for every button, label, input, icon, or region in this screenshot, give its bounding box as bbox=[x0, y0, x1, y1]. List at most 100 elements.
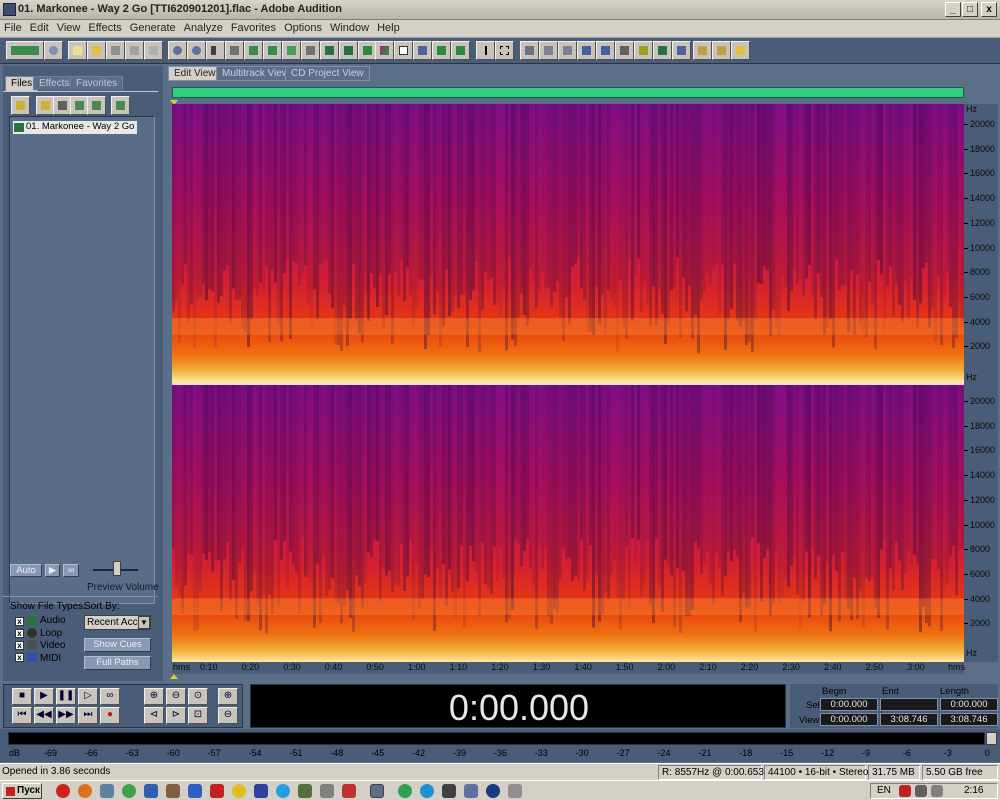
zoom-left-icon[interactable]: ⊲ bbox=[144, 707, 164, 724]
pause-button[interactable]: ❚❚ bbox=[56, 688, 76, 705]
cd-icon[interactable] bbox=[44, 41, 63, 60]
tab-multitrack-view[interactable]: Multitrack View bbox=[216, 66, 296, 81]
menu-favorites[interactable]: Favorites bbox=[227, 20, 280, 34]
app-icon-yellow[interactable] bbox=[232, 784, 246, 798]
app-icon-blue[interactable] bbox=[254, 784, 268, 798]
volume-icon[interactable] bbox=[931, 785, 943, 797]
app-icon-window[interactable] bbox=[508, 784, 522, 798]
zoom-in-horizontal-icon[interactable]: ⊕ bbox=[144, 688, 164, 705]
paste-new-icon[interactable] bbox=[263, 41, 282, 60]
sel-end-field[interactable] bbox=[880, 698, 938, 711]
spectral-view-icon[interactable] bbox=[375, 41, 394, 60]
checkbox-loop[interactable]: x bbox=[15, 629, 24, 638]
preview-volume-thumb[interactable] bbox=[113, 561, 121, 576]
app-icon-disk[interactable] bbox=[464, 784, 478, 798]
fast-forward-button[interactable]: ▶▶ bbox=[56, 707, 76, 724]
sel-begin-field[interactable]: 0:00.000 bbox=[820, 698, 878, 711]
tab-edit-view[interactable]: Edit View bbox=[168, 66, 222, 81]
menu-help[interactable]: Help bbox=[373, 20, 404, 34]
save-as-icon[interactable] bbox=[125, 41, 144, 60]
view-begin-field[interactable]: 0:00.000 bbox=[820, 713, 878, 726]
delete-icon[interactable] bbox=[301, 41, 320, 60]
app-icon-gray[interactable] bbox=[320, 784, 334, 798]
minimize-button[interactable]: _ bbox=[945, 2, 961, 17]
tools-icon[interactable] bbox=[693, 41, 712, 60]
close-button[interactable]: x bbox=[981, 2, 997, 17]
stop-button[interactable]: ■ bbox=[12, 688, 32, 705]
close-file-icon[interactable] bbox=[144, 41, 163, 60]
menu-effects[interactable]: Effects bbox=[84, 20, 125, 34]
chrome-icon[interactable] bbox=[122, 784, 136, 798]
pitch-icon[interactable] bbox=[451, 41, 470, 60]
spectrogram[interactable] bbox=[172, 104, 964, 662]
tab-favorites[interactable]: Favorites bbox=[70, 76, 124, 90]
opera-icon[interactable] bbox=[56, 784, 70, 798]
autoplay-icon[interactable] bbox=[111, 96, 130, 115]
marquee-icon[interactable] bbox=[495, 41, 514, 60]
app-icon-globe[interactable] bbox=[486, 784, 500, 798]
full-paths-button[interactable]: Full Paths bbox=[84, 656, 151, 670]
checkbox-midi[interactable]: x bbox=[15, 653, 24, 662]
audition-task-icon[interactable] bbox=[370, 784, 384, 798]
menu-edit[interactable]: Edit bbox=[26, 20, 53, 34]
zoom-selection-icon[interactable]: ⊡ bbox=[188, 707, 208, 724]
panel-bits-icon[interactable] bbox=[615, 41, 634, 60]
new-file-icon[interactable] bbox=[68, 41, 87, 60]
chevron-down-icon[interactable]: ▼ bbox=[138, 616, 150, 629]
file-item[interactable]: 01. Markonee - Way 2 Go ... bbox=[13, 121, 137, 134]
sel-length-field[interactable]: 0:00.000 bbox=[940, 698, 998, 711]
loop-play-button[interactable]: ∞ bbox=[100, 688, 120, 705]
show-cues-button[interactable]: Show Cues bbox=[84, 638, 151, 652]
spotify-icon[interactable] bbox=[398, 784, 412, 798]
cut-icon[interactable] bbox=[206, 41, 225, 60]
menu-window[interactable]: Window bbox=[326, 20, 373, 34]
tray-icon-1[interactable] bbox=[899, 785, 911, 797]
tray-icon-2[interactable] bbox=[915, 785, 927, 797]
start-button[interactable]: Пуск bbox=[2, 783, 42, 799]
script-icon[interactable] bbox=[712, 41, 731, 60]
tab-cd-project-view[interactable]: CD Project View bbox=[285, 66, 370, 81]
play-button[interactable]: ▶ bbox=[34, 688, 54, 705]
panel-selection-icon[interactable] bbox=[653, 41, 672, 60]
menu-generate[interactable]: Generate bbox=[126, 20, 180, 34]
panel-transport-icon[interactable] bbox=[577, 41, 596, 60]
menu-analyze[interactable]: Analyze bbox=[180, 20, 227, 34]
language-indicator[interactable]: EN bbox=[877, 785, 891, 796]
panel-levels-icon[interactable] bbox=[672, 41, 691, 60]
spectral-phase-icon[interactable] bbox=[432, 41, 451, 60]
clip-indicator[interactable] bbox=[986, 732, 997, 745]
view-end-field[interactable]: 3:08.746 bbox=[880, 713, 938, 726]
app-icon-ip[interactable] bbox=[188, 784, 202, 798]
app-icon-generic[interactable] bbox=[144, 784, 158, 798]
checkbox-audio[interactable]: x bbox=[15, 617, 24, 626]
overview-bar[interactable] bbox=[172, 87, 964, 98]
loop-icon[interactable] bbox=[339, 41, 358, 60]
undo-icon[interactable] bbox=[168, 41, 187, 60]
firefox-icon[interactable] bbox=[78, 784, 92, 798]
help-icon[interactable] bbox=[731, 41, 750, 60]
menu-options[interactable]: Options bbox=[280, 20, 326, 34]
time-selection-icon[interactable] bbox=[476, 41, 495, 60]
panel-zoom-icon[interactable] bbox=[634, 41, 653, 60]
panel-effects-icon[interactable] bbox=[539, 41, 558, 60]
play-to-end-button[interactable]: ▷ bbox=[78, 688, 98, 705]
skype-icon[interactable] bbox=[276, 784, 290, 798]
panel-time-icon[interactable] bbox=[596, 41, 615, 60]
app-icon-game[interactable] bbox=[166, 784, 180, 798]
preview-play-button[interactable]: ▶ bbox=[45, 564, 60, 577]
telegram-icon[interactable] bbox=[420, 784, 434, 798]
preview-loop-button[interactable]: ∞ bbox=[63, 564, 79, 577]
app-icon-green[interactable] bbox=[298, 784, 312, 798]
save-icon[interactable] bbox=[106, 41, 125, 60]
zoom-out-vertical-icon[interactable]: ⊖ bbox=[218, 707, 238, 724]
panel-files-icon[interactable] bbox=[520, 41, 539, 60]
copy-icon[interactable] bbox=[225, 41, 244, 60]
auto-play-button[interactable]: Auto bbox=[10, 564, 42, 577]
zoom-out-horizontal-icon[interactable]: ⊖ bbox=[166, 688, 186, 705]
mix-paste-icon[interactable] bbox=[282, 41, 301, 60]
panel-favorites-icon[interactable] bbox=[558, 41, 577, 60]
spectral-pan-icon[interactable] bbox=[413, 41, 432, 60]
zoom-full-icon[interactable]: ⊙ bbox=[188, 688, 208, 705]
record-button[interactable]: ● bbox=[100, 707, 120, 724]
paste-icon[interactable] bbox=[244, 41, 263, 60]
